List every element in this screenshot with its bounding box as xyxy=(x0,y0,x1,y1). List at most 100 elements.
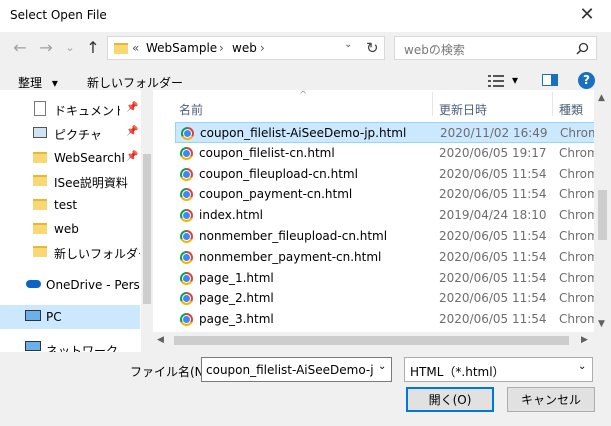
file-date: 2020/06/05 11:54 xyxy=(439,249,547,264)
sidebar-scrollbar-thumb[interactable] xyxy=(143,154,151,304)
sidebar-scrollbar[interactable] xyxy=(141,90,153,352)
organize-menu[interactable]: 整理 ▾ xyxy=(18,74,58,91)
column-header-date[interactable]: 更新日時 xyxy=(439,101,487,118)
breadcrumb-separator[interactable]: › xyxy=(219,41,224,55)
sidebar-item-onedrive[interactable]: OneDrive - Persor xyxy=(0,273,140,297)
sidebar-item-label: OneDrive - Persor xyxy=(46,278,140,292)
preview-pane-button[interactable] xyxy=(542,74,558,86)
chevron-down-icon: ⌄ xyxy=(578,361,587,372)
sidebar-item-web[interactable]: web xyxy=(0,217,140,241)
sidebar-item-label: ネットワーク xyxy=(46,344,119,352)
file-date: 2020/06/05 11:54 xyxy=(439,187,547,202)
open-button[interactable]: 開く(O) xyxy=(406,387,494,412)
search-input[interactable]: webの検索 xyxy=(394,36,597,60)
file-date: 2020/06/05 11:54 xyxy=(439,229,547,243)
help-button[interactable]: ? xyxy=(578,72,595,89)
folder-icon xyxy=(33,223,47,234)
scroll-left-arrow[interactable]: ◀ xyxy=(157,335,164,345)
sidebar-item-isee[interactable]: ISee説明資料 xyxy=(0,169,140,193)
folder-icon xyxy=(33,152,47,163)
sidebar-item-pictures[interactable]: ピクチャ 📌 xyxy=(0,121,140,145)
pin-icon: 📌 xyxy=(126,102,139,113)
chevron-down-icon[interactable]: ⌄ xyxy=(378,361,386,372)
sidebar-item-pc[interactable]: PC xyxy=(0,305,140,329)
chrome-file-icon xyxy=(180,271,193,285)
cancel-button[interactable]: キャンセル xyxy=(507,387,595,412)
chevron-down-icon: ▾ xyxy=(512,73,519,87)
breadcrumb-item[interactable]: web xyxy=(232,41,257,55)
scroll-right-arrow[interactable]: ▶ xyxy=(581,335,588,345)
file-row[interactable]: coupon_fileupload-cn.html 2020/06/05 11:5… xyxy=(175,164,599,185)
sidebar-item-websearch[interactable]: WebSearchPr 📌 xyxy=(0,146,140,170)
folder-icon xyxy=(33,175,47,186)
file-row[interactable]: page_2.html 2020/06/05 11:54 Chrom xyxy=(175,288,599,309)
up-button[interactable]: ↑ xyxy=(82,37,104,59)
chrome-file-icon xyxy=(180,292,193,306)
column-header-type[interactable]: 種類 xyxy=(559,101,583,118)
column-divider[interactable] xyxy=(552,92,553,116)
column-header-name[interactable]: 名前 xyxy=(179,101,203,118)
close-button[interactable]: ✕ xyxy=(572,4,602,28)
new-folder-button[interactable]: 新しいフォルダー xyxy=(87,74,183,91)
pc-icon xyxy=(25,310,41,321)
scroll-down-arrow[interactable]: ▼ xyxy=(598,319,605,329)
file-row[interactable]: page_1.html 2020/06/05 11:54 Chrom xyxy=(175,268,599,289)
sidebar-item-new-folder[interactable]: 新しいフォルダー xyxy=(0,240,140,264)
file-date: 2020/06/05 11:54 xyxy=(439,291,547,306)
file-name: nonmember_payment-cn.html xyxy=(199,249,382,264)
scroll-up-arrow[interactable]: ▲ xyxy=(598,93,605,103)
file-row[interactable]: nonmember_payment-cn.html 2020/06/05 11:5… xyxy=(175,247,599,268)
address-bar[interactable]: « WebSample › web › ⌄ xyxy=(107,36,385,60)
view-options-button[interactable]: ▾ xyxy=(488,73,524,89)
sidebar-item-label: 新しいフォルダー xyxy=(54,247,140,261)
file-row[interactable]: index.html 2019/04/24 18:10 Chrom xyxy=(175,205,599,226)
breadcrumb-separator[interactable]: › xyxy=(260,41,265,55)
file-list-hscrollbar[interactable]: ◀ ▶ xyxy=(153,332,594,349)
file-type: Chrom xyxy=(559,229,599,243)
file-row[interactable]: coupon_payment-cn.html 2020/06/05 11:54 Ch… xyxy=(175,184,599,205)
sidebar-item-label: WebSearchPr xyxy=(54,151,124,165)
file-row[interactable]: page_3.html 2020/06/05 11:54 Chrom xyxy=(175,309,599,330)
details-view-icon xyxy=(488,75,504,87)
sidebar-item-documents[interactable]: ドキュメント 📌 xyxy=(0,97,140,121)
file-type: Chrom xyxy=(559,187,599,202)
file-list: ^ 名前 更新日時 種類 coupon_filelist-AiSeeDemo-j… xyxy=(153,90,599,332)
address-dropdown[interactable]: ⌄ xyxy=(344,39,352,50)
breadcrumb-overflow[interactable]: « xyxy=(132,41,139,55)
document-icon xyxy=(34,101,46,116)
file-row[interactable]: coupon_filelist-cn.html 2020/06/05 19:17 C… xyxy=(175,143,599,164)
chrome-file-icon xyxy=(180,313,193,327)
column-divider[interactable] xyxy=(432,92,433,116)
file-type: Chrom xyxy=(559,145,599,160)
folder-icon xyxy=(33,246,47,257)
sidebar-item-label: ピクチャ xyxy=(54,128,102,142)
sidebar-item-test[interactable]: test xyxy=(0,193,140,217)
pin-icon: 📌 xyxy=(126,126,139,137)
cloud-icon xyxy=(26,280,41,288)
refresh-button[interactable]: ↻ xyxy=(366,39,379,57)
file-row[interactable]: coupon_filelist-AiSeeDemo-jp.html 2020/11… xyxy=(175,122,599,143)
column-header: ^ 名前 更新日時 種類 xyxy=(153,90,599,118)
file-name: coupon_fileupload-cn.html xyxy=(199,166,358,181)
forward-button[interactable]: → xyxy=(35,37,57,59)
folder-icon xyxy=(33,199,47,210)
file-name: coupon_payment-cn.html xyxy=(199,187,353,202)
picture-icon xyxy=(33,127,47,138)
file-list-scrollbar[interactable]: ▲ ▼ xyxy=(594,90,611,332)
back-button[interactable]: ← xyxy=(9,37,31,59)
filename-input[interactable]: coupon_filelist-AiSeeDemo-jp.h ⌄ xyxy=(201,357,392,382)
navigation-pane: ドキュメント 📌 ピクチャ 📌 WebSearchPr 📌 ISee説明資料 t… xyxy=(0,90,153,352)
file-type-select[interactable]: HTML（*.html） ⌄ xyxy=(404,357,593,382)
file-list-hscrollbar-thumb[interactable] xyxy=(174,336,569,345)
file-name: page_1.html xyxy=(199,270,274,285)
sidebar-item-network[interactable]: ネットワーク xyxy=(0,337,140,352)
pin-icon: 📌 xyxy=(126,151,139,162)
breadcrumb-item[interactable]: WebSample xyxy=(146,41,217,55)
chrome-file-icon xyxy=(181,127,194,140)
chrome-file-icon xyxy=(180,146,193,160)
file-date: 2019/04/24 18:10 xyxy=(439,208,547,223)
file-date: 2020/06/05 11:54 xyxy=(439,166,547,181)
file-row[interactable]: nonmember_fileupload-cn.html 2020/06/05 1… xyxy=(175,226,599,247)
recent-locations-dropdown[interactable]: ⌄ xyxy=(59,37,81,59)
file-list-scrollbar-thumb[interactable] xyxy=(598,190,607,240)
